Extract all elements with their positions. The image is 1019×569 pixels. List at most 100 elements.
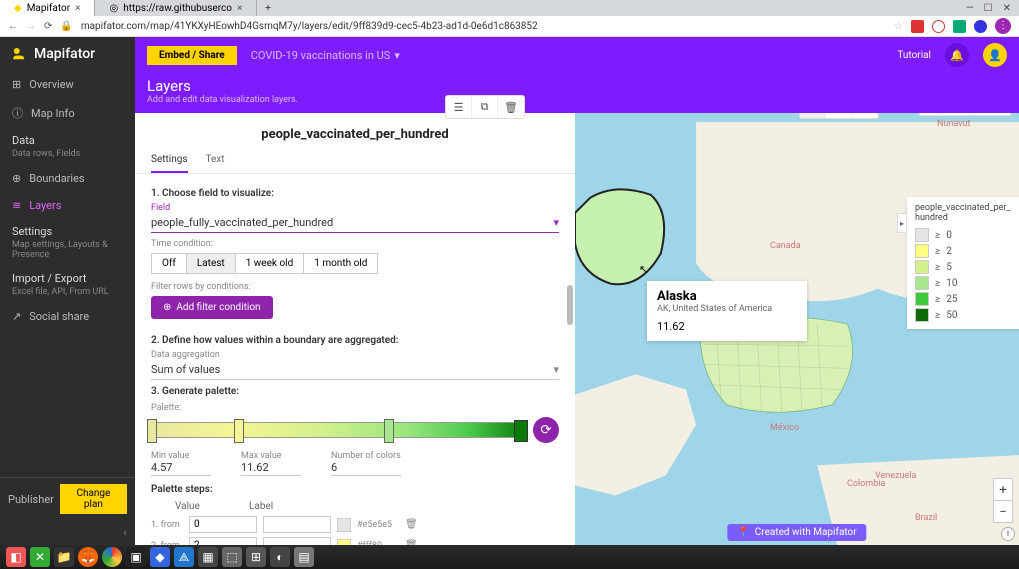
attribution-badge[interactable]: 📍Created with Mapifator [727, 524, 866, 541]
gradient-handle[interactable] [234, 419, 244, 443]
time-latest-button[interactable]: Latest [186, 253, 236, 274]
taskbar-app-icon[interactable]: ◆ [150, 547, 170, 567]
sidebar-item-data[interactable]: Data [0, 128, 135, 149]
embed-share-button[interactable]: Embed / Share [147, 46, 237, 65]
layers-icon: ≋ [12, 199, 21, 212]
bookmark-icon[interactable]: ☆ [894, 21, 903, 32]
sidebar-item-settings[interactable]: Settings [0, 219, 135, 240]
browser-menu-icon[interactable]: ⋮ [995, 18, 1011, 34]
notifications-button[interactable]: 🔔 [945, 43, 969, 67]
taskbar-app-icon[interactable]: ⬚ [222, 547, 242, 567]
fullsize-preview-button[interactable]: Fullsize preview [919, 113, 1011, 116]
window-maximize-icon[interactable]: ☐ [984, 3, 993, 14]
legend-row: ≥5 [915, 259, 1011, 275]
extension-icon[interactable] [911, 20, 924, 33]
app-sidebar: Mapifator ⊞Overview ⓘMap Info Data Data … [0, 37, 135, 545]
time-off-button[interactable]: Off [151, 253, 187, 274]
taskbar-app-icon[interactable]: ▤ [294, 547, 314, 567]
taskbar-app-icon[interactable]: ◧ [6, 547, 26, 567]
sidebar-item-import[interactable]: Import / Export [0, 266, 135, 287]
map-info-button[interactable]: i [1001, 527, 1015, 541]
sidebar-item-layers[interactable]: ≋Layers [0, 192, 135, 219]
time-1month-button[interactable]: 1 month old [303, 253, 378, 274]
min-value-input[interactable]: 4.57 [151, 461, 211, 476]
max-value-input[interactable]: 11.62 [241, 461, 301, 476]
device-mobile-button[interactable]: ▯ [852, 113, 878, 118]
regenerate-palette-button[interactable]: ⟳ [533, 417, 559, 443]
legend-swatch [915, 228, 929, 242]
taskbar-app-icon[interactable]: ▦ [198, 547, 218, 567]
device-desktop-button[interactable]: ⛶ [800, 113, 826, 118]
sidebar-item-social[interactable]: ↗Social share [0, 303, 135, 330]
extension-icon[interactable] [932, 20, 945, 33]
palette-gradient[interactable] [151, 422, 527, 438]
sidebar-collapse-button[interactable]: ‹ [115, 520, 135, 545]
nav-back-icon[interactable]: ← [8, 21, 18, 32]
taskbar-terminal-icon[interactable]: ▣ [126, 547, 146, 567]
window-close-icon[interactable]: ✕ [1003, 3, 1011, 14]
app-logo[interactable]: Mapifator [0, 37, 135, 71]
map-preview[interactable]: ⛶ ▭ ▯ Fullsize preview [575, 113, 1019, 545]
browser-tab-active[interactable]: ◆ Mapifator × [0, 0, 95, 16]
browser-tab-inactive[interactable]: ◎ https://raw.githubuserco × [95, 0, 257, 16]
time-condition-label: Time condition: [151, 239, 559, 249]
tab-title: https://raw.githubuserco [123, 3, 232, 14]
sidebar-item-boundaries[interactable]: ⊕Boundaries [0, 165, 135, 192]
sidebar-item-mapinfo[interactable]: ⓘMap Info [0, 98, 135, 128]
tab-text[interactable]: Text [206, 148, 225, 173]
legend-op: ≥ [935, 294, 940, 305]
taskbar-app-icon[interactable]: ⊞ [246, 547, 266, 567]
aggregation-select[interactable]: Sum of values ▾ [151, 360, 559, 380]
nav-forward-icon[interactable]: → [26, 21, 36, 32]
step-value-input[interactable] [189, 537, 257, 545]
taskbar-chrome-icon[interactable] [102, 547, 122, 567]
legend-collapse-button[interactable]: ▸ [897, 213, 907, 233]
taskbar-firefox-icon[interactable]: 🦊 [78, 547, 98, 567]
step-value-input[interactable] [189, 516, 257, 533]
taskbar-app-icon[interactable]: ✕ [30, 547, 50, 567]
change-plan-button[interactable]: Change plan [60, 484, 127, 514]
zoom-in-button[interactable]: + [994, 481, 1012, 501]
agg-label: Data aggregation [151, 350, 559, 360]
user-avatar[interactable]: 👤 [983, 43, 1007, 67]
step-color-swatch[interactable] [337, 518, 351, 532]
extension-icon[interactable] [974, 20, 987, 33]
editor-tabs: Settings Text [135, 148, 575, 174]
extension-icon[interactable] [953, 20, 966, 33]
delete-layer-button[interactable]: 🗑 [498, 96, 524, 118]
tab-settings[interactable]: Settings [151, 148, 188, 173]
legend-value: 2 [946, 246, 952, 257]
window-minimize-icon[interactable]: ― [966, 3, 974, 14]
gradient-handle-start[interactable] [147, 419, 157, 443]
ncolors-input[interactable]: 6 [331, 461, 401, 476]
map-title-dropdown[interactable]: COVID-19 vaccinations in US▾ [251, 49, 400, 62]
address-input[interactable]: mapifator.com/map/41YKXyHEowhD4GsmqM7y/l… [81, 21, 886, 32]
tab-favicon: ◆ [14, 3, 22, 14]
zoom-out-button[interactable]: − [994, 502, 1012, 522]
tooltip-subtitle: AK, United States of America [657, 304, 797, 314]
gradient-handle-end[interactable] [514, 420, 528, 442]
scrollbar-thumb[interactable] [567, 285, 573, 325]
add-filter-button[interactable]: ⊕Add filter condition [151, 296, 273, 319]
legend-op: ≥ [935, 310, 940, 321]
step-label-input[interactable] [263, 537, 331, 545]
device-tablet-button[interactable]: ▭ [826, 113, 852, 118]
gradient-handle[interactable] [384, 419, 394, 443]
palette-steps-title: Palette steps: [151, 484, 559, 495]
taskbar-app-icon[interactable]: 📁 [54, 547, 74, 567]
nav-reload-icon[interactable]: ⟳ [44, 21, 52, 32]
delete-step-icon[interactable]: 🗑 [405, 519, 418, 530]
sidebar-item-overview[interactable]: ⊞Overview [0, 71, 135, 98]
field-select[interactable]: people_fully_vaccinated_per_hundred ▾ [151, 213, 559, 233]
tab-close-icon[interactable]: × [237, 3, 242, 14]
taskbar-vscode-icon[interactable]: ⟁ [174, 547, 194, 567]
duplicate-button[interactable]: ⧉ [472, 96, 498, 118]
time-1week-button[interactable]: 1 week old [235, 253, 305, 274]
taskbar-app-icon[interactable]: ◐ [270, 547, 290, 567]
tutorial-link[interactable]: Tutorial [897, 50, 931, 61]
tab-close-icon[interactable]: × [75, 3, 80, 14]
info-icon: ⓘ [12, 105, 23, 121]
new-tab-button[interactable]: + [257, 3, 279, 14]
list-view-button[interactable]: ☰ [446, 96, 472, 118]
step-label-input[interactable] [263, 516, 331, 533]
